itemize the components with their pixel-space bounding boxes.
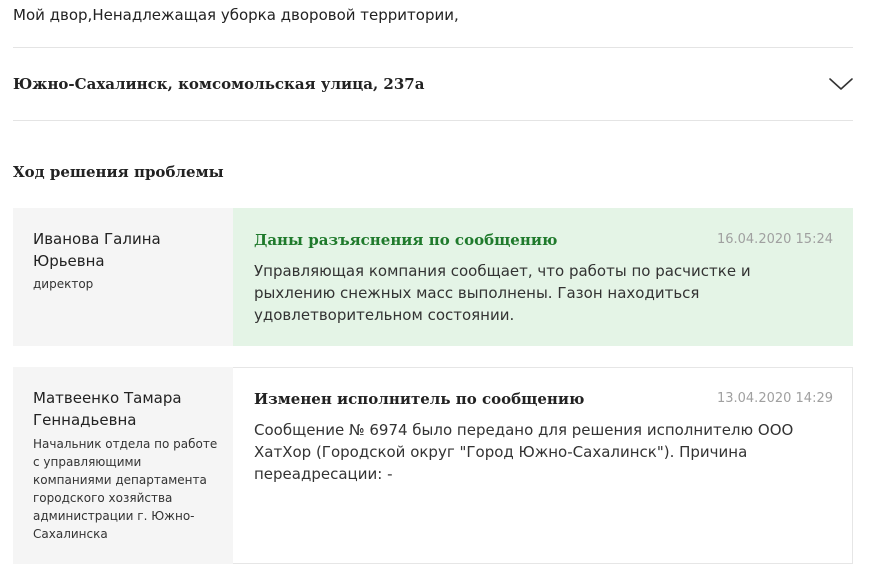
entry-text: Управляющая компания сообщает, что работ… (254, 262, 751, 324)
entry-author: Матвеенко Тамара Геннадьевна Начальник о… (13, 367, 233, 564)
page: Мой двор,Ненадлежащая уборка дворовой те… (0, 0, 886, 580)
address-accordion[interactable]: Южно-Сахалинск, комсомольская улица, 237… (13, 72, 853, 98)
entry-text: Сообщение № 6974 было передано для решен… (254, 421, 794, 483)
entry-title: Даны разъяснения по сообщению (254, 231, 558, 249)
progress-entry: Матвеенко Тамара Геннадьевна Начальник о… (13, 367, 853, 564)
divider (13, 47, 853, 48)
entry-body: Даны разъяснения по сообщению 16.04.2020… (233, 208, 853, 346)
author-role: Начальник отдела по работе с управляющим… (33, 437, 218, 541)
progress-section-title: Ход решения проблемы (13, 163, 224, 181)
progress-entry: Иванова Галина Юрьевна директор Даны раз… (13, 208, 853, 346)
entry-title: Изменен исполнитель по сообщению (254, 390, 585, 408)
entry-author: Иванова Галина Юрьевна директор (13, 208, 233, 346)
author-name: Иванова Галина Юрьевна (33, 230, 161, 270)
entry-date: 16.04.2020 15:24 (716, 232, 833, 247)
category-breadcrumb: Мой двор,Ненадлежащая уборка дворовой те… (13, 6, 459, 24)
address-text: Южно-Сахалинск, комсомольская улица, 237… (13, 75, 425, 93)
entry-date: 13.04.2020 14:29 (716, 391, 833, 406)
author-name: Матвеенко Тамара Геннадьевна (33, 389, 182, 429)
entry-body: Изменен исполнитель по сообщению 13.04.2… (233, 367, 853, 564)
author-role: директор (33, 277, 94, 291)
divider (13, 120, 853, 121)
chevron-down-icon[interactable] (829, 74, 853, 94)
